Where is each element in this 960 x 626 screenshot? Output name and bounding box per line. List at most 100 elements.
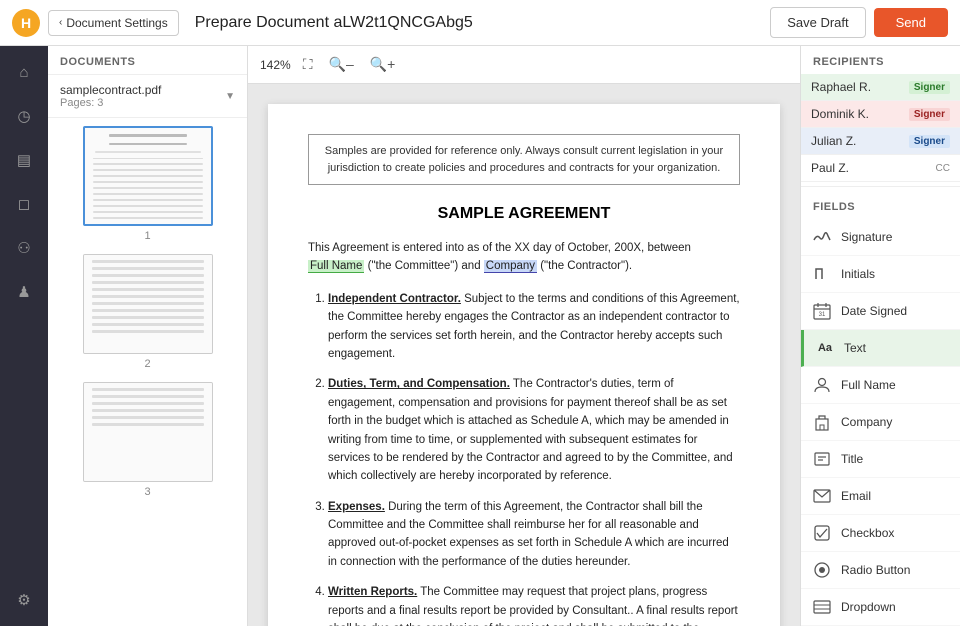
document-scroll[interactable]: Samples are provided for reference only.… bbox=[248, 84, 800, 626]
section-1: Independent Contractor. Subject to the t… bbox=[328, 290, 740, 364]
notice-box: Samples are provided for reference only.… bbox=[308, 134, 740, 185]
company-placeholder: Company bbox=[484, 260, 537, 273]
checkbox-field-item[interactable]: Checkbox bbox=[801, 515, 960, 552]
app-logo: H bbox=[12, 9, 40, 37]
file-icon[interactable]: ◻ bbox=[10, 190, 38, 218]
signature-field-item[interactable]: Signature bbox=[801, 219, 960, 256]
document-intro: This Agreement is entered into as of the… bbox=[308, 239, 740, 276]
right-panel: RECIPIENTS Raphael R. Signer Dominik K. … bbox=[800, 46, 960, 626]
recipient-name-paul: Paul Z. bbox=[811, 161, 849, 175]
home-icon[interactable]: ⌂ bbox=[10, 58, 38, 86]
date-signed-field-item[interactable]: 31 Date Signed bbox=[801, 293, 960, 330]
left-sidebar: ⌂ ◷ ▤ ◻ ⚇ ♟ ⚙ bbox=[0, 46, 48, 626]
recipient-role-julian: Signer bbox=[909, 135, 950, 148]
recipient-name-raphael: Raphael R. bbox=[811, 80, 871, 94]
thumb-num-2: 2 bbox=[144, 358, 150, 370]
fit-page-button[interactable]: ⛶ bbox=[299, 54, 317, 75]
dropdown-field-label: Dropdown bbox=[841, 600, 896, 614]
file-name: samplecontract.pdf bbox=[60, 83, 161, 97]
text-field-item[interactable]: Aa Text bbox=[801, 330, 960, 367]
radio-button-field-item[interactable]: Radio Button bbox=[801, 552, 960, 589]
section-4: Written Reports. The Committee may reque… bbox=[328, 583, 740, 626]
initials-field-item[interactable]: Initials bbox=[801, 256, 960, 293]
text-field-label: Text bbox=[844, 341, 866, 355]
signature-icon bbox=[811, 226, 833, 248]
checkbox-icon bbox=[811, 522, 833, 544]
settings-icon[interactable]: ⚙ bbox=[10, 586, 38, 614]
main-layout: ⌂ ◷ ▤ ◻ ⚇ ♟ ⚙ DOCUMENTS samplecontract.p… bbox=[0, 46, 960, 626]
documents-header: DOCUMENTS bbox=[48, 46, 247, 75]
chevron-left-icon: ‹ bbox=[59, 17, 62, 28]
full-name-field-item[interactable]: Full Name bbox=[801, 367, 960, 404]
thumb-page-1[interactable] bbox=[83, 126, 213, 226]
initials-field-label: Initials bbox=[841, 267, 875, 281]
email-field-label: Email bbox=[841, 489, 871, 503]
save-draft-button[interactable]: Save Draft bbox=[770, 7, 865, 38]
file-info: samplecontract.pdf Pages: 3 ▼ bbox=[48, 75, 247, 118]
thumb-page-2[interactable] bbox=[83, 254, 213, 354]
svg-text:31: 31 bbox=[819, 312, 826, 318]
chart-icon[interactable]: ▤ bbox=[10, 146, 38, 174]
recipient-name-dominik: Dominik K. bbox=[811, 107, 869, 121]
content-toolbar: 142% ⛶ 🔍– 🔍+ bbox=[248, 46, 800, 84]
topbar: H ‹ Document Settings Prepare Document a… bbox=[0, 0, 960, 46]
dropdown-field-item[interactable]: Dropdown bbox=[801, 589, 960, 626]
fields-divider bbox=[801, 186, 960, 187]
zoom-in-button[interactable]: 🔍+ bbox=[366, 54, 400, 75]
radio-button-field-label: Radio Button bbox=[841, 563, 910, 577]
title-icon bbox=[811, 448, 833, 470]
thumb-num-3: 3 bbox=[144, 486, 150, 498]
thumbnails-list: 1 2 bbox=[48, 118, 247, 626]
recipient-paul[interactable]: Paul Z. CC bbox=[801, 155, 960, 182]
person-icon[interactable]: ♟ bbox=[10, 278, 38, 306]
fields-header: FIELDS bbox=[801, 191, 960, 219]
recipient-raphael[interactable]: Raphael R. Signer bbox=[801, 74, 960, 101]
document-page: Samples are provided for reference only.… bbox=[268, 104, 780, 626]
email-field-item[interactable]: Email bbox=[801, 478, 960, 515]
file-pages: Pages: 3 bbox=[60, 97, 161, 109]
recipient-role-dominik: Signer bbox=[909, 108, 950, 121]
document-title: SAMPLE AGREEMENT bbox=[308, 205, 740, 223]
back-button[interactable]: ‹ Document Settings bbox=[48, 10, 179, 36]
date-signed-field-label: Date Signed bbox=[841, 304, 907, 318]
full-name-placeholder: Full Name bbox=[308, 260, 364, 273]
radio-button-icon bbox=[811, 559, 833, 581]
content-area: 142% ⛶ 🔍– 🔍+ Samples are provided for re… bbox=[248, 46, 800, 626]
email-icon bbox=[811, 485, 833, 507]
clock-icon[interactable]: ◷ bbox=[10, 102, 38, 130]
full-name-icon bbox=[811, 374, 833, 396]
file-dropdown-icon[interactable]: ▼ bbox=[225, 91, 235, 102]
recipient-name-julian: Julian Z. bbox=[811, 134, 856, 148]
company-field-item[interactable]: Company bbox=[801, 404, 960, 441]
thumbnail-2: 2 bbox=[56, 254, 239, 370]
document-sections: Independent Contractor. Subject to the t… bbox=[308, 290, 740, 626]
full-name-field-label: Full Name bbox=[841, 378, 896, 392]
zoom-level: 142% bbox=[260, 58, 291, 72]
thumbnail-3: 3 bbox=[56, 382, 239, 498]
company-icon bbox=[811, 411, 833, 433]
recipient-dominik[interactable]: Dominik K. Signer bbox=[801, 101, 960, 128]
section-3: Expenses. During the term of this Agreem… bbox=[328, 498, 740, 572]
signature-field-label: Signature bbox=[841, 230, 892, 244]
company-field-label: Company bbox=[841, 415, 892, 429]
recipients-header: RECIPIENTS bbox=[801, 46, 960, 74]
zoom-out-button[interactable]: 🔍– bbox=[325, 54, 358, 75]
thumbnail-1: 1 bbox=[56, 126, 239, 242]
text-icon: Aa bbox=[814, 337, 836, 359]
thumb-num-1: 1 bbox=[144, 230, 150, 242]
recipient-julian[interactable]: Julian Z. Signer bbox=[801, 128, 960, 155]
checkbox-field-label: Checkbox bbox=[841, 526, 894, 540]
date-signed-icon: 31 bbox=[811, 300, 833, 322]
section-2: Duties, Term, and Compensation. The Cont… bbox=[328, 375, 740, 485]
recipient-role-raphael: Signer bbox=[909, 81, 950, 94]
title-field-label: Title bbox=[841, 452, 863, 466]
send-button[interactable]: Send bbox=[874, 8, 948, 37]
thumb-page-3[interactable] bbox=[83, 382, 213, 482]
recipient-role-paul: CC bbox=[936, 163, 950, 174]
documents-panel: DOCUMENTS samplecontract.pdf Pages: 3 ▼ bbox=[48, 46, 248, 626]
page-title: Prepare Document aLW2t1QNCGAbg5 bbox=[195, 14, 762, 32]
dropdown-icon bbox=[811, 596, 833, 618]
title-field-item[interactable]: Title bbox=[801, 441, 960, 478]
users-icon[interactable]: ⚇ bbox=[10, 234, 38, 262]
initials-icon bbox=[811, 263, 833, 285]
